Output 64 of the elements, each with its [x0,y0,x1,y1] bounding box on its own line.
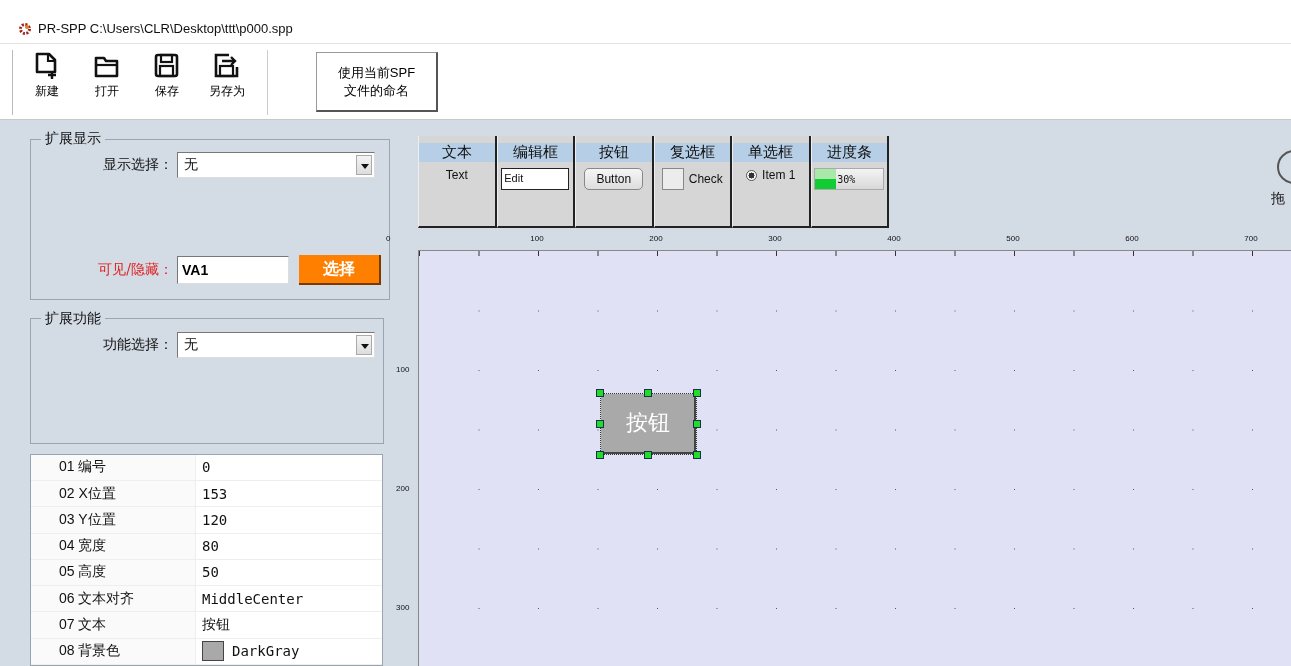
resize-handle[interactable] [693,389,701,397]
group-title: 扩展功能 [44,309,102,328]
property-name[interactable]: 02 X位置 [31,480,196,507]
resize-handle[interactable] [596,389,604,397]
sample-button: Button [584,168,644,190]
ruler-label: 200 [396,484,410,493]
property-value[interactable]: 80 [202,538,219,555]
property-name[interactable]: 06 文本对齐 [31,586,196,612]
palette-item[interactable]: 进度条 30% [810,136,889,228]
palette-item[interactable]: 单选框 Item 1 [732,136,811,228]
save-as-icon [213,52,241,80]
resize-handle[interactable] [693,451,701,459]
palette-item[interactable]: 按钮 Button [575,136,654,228]
dropdown[interactable]: 无 [177,331,375,358]
text-field[interactable]: VA1 [177,256,289,284]
field-label: 功能选择： [102,335,173,354]
property-name[interactable]: 07 文本 [31,612,196,638]
field-label: 可见/隐藏： [97,261,173,279]
ruler-label: 100 [530,234,544,243]
palette-item[interactable]: 编辑框 Edit [496,136,575,228]
group-title: 扩展显示 [44,130,102,148]
sample-edit-field: Edit [501,168,570,190]
ruler-label: 400 [887,234,901,243]
resize-handle[interactable] [693,420,701,428]
property-value[interactable]: 按钮 [202,616,230,635]
property-name[interactable]: 08 背景色 [31,638,196,664]
resize-handle[interactable] [596,420,604,428]
ruler-label: 100 [396,365,410,374]
resize-handle[interactable] [644,389,652,397]
app-logo-icon [18,21,32,36]
toolbar-button[interactable]: 打开 [79,50,135,115]
property-name[interactable]: 01 编号 [31,454,196,480]
palette-item[interactable]: 文本 Text [418,136,497,228]
dropdown[interactable]: 无 [177,152,375,178]
property-value[interactable]: MiddleCenter [202,590,304,607]
naming-button[interactable]: 使用当前SPF 文件的命名 [316,52,438,112]
tool-label: 拖 [1271,190,1285,208]
toolbar-button[interactable]: 另存为 [199,50,255,115]
ruler-label: 200 [649,234,663,243]
property-value[interactable]: DarkGray [232,643,300,660]
property-value[interactable]: 153 [202,485,228,502]
property-value[interactable]: 120 [202,511,228,528]
ruler-label: 700 [1244,234,1258,243]
property-name[interactable]: 05 高度 [31,559,196,586]
resize-handle[interactable] [596,451,604,459]
ruler-label: 0 [386,234,391,243]
field-label: 显示选择： [102,156,173,174]
sample-label: Check [688,172,723,186]
sample-text: Text [445,168,468,184]
progress-text: 30% [837,173,856,185]
property-value[interactable]: 0 [202,459,211,476]
resize-handle[interactable] [644,451,652,459]
palette-item[interactable]: 复选框 Check [653,136,732,228]
window-title: PR-SPP C:\Users\CLR\Desktop\ttt\p000.spp [38,21,293,36]
sample-label: Item 1 [762,168,796,182]
ruler-label: 500 [1006,234,1020,243]
property-value[interactable]: 50 [202,564,219,581]
ruler-label: 300 [396,603,410,612]
ruler-label: 300 [768,234,782,243]
property-name[interactable]: 03 Y位置 [31,507,196,533]
toolbar-button[interactable]: 新建 [19,50,75,115]
property-name[interactable]: 04 宽度 [31,533,196,559]
toolbar-button[interactable]: 保存 [139,50,195,115]
ruler-label: 600 [1125,234,1139,243]
